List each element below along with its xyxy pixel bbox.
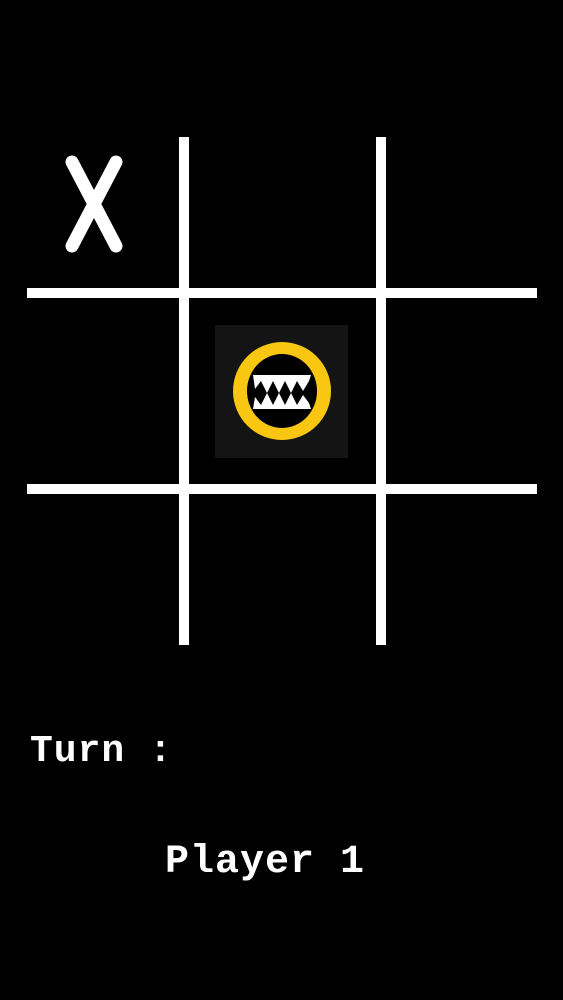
board-cell-4[interactable] [29, 298, 179, 483]
board-cell-7[interactable] [29, 495, 179, 645]
o-mark-tile [215, 325, 348, 458]
board-cell-2[interactable] [190, 137, 375, 287]
board-cell-6[interactable] [387, 298, 537, 483]
grid-line-vertical-2 [376, 137, 386, 645]
board-cell-8[interactable] [190, 495, 375, 645]
grid-line-horizontal-1 [27, 288, 537, 298]
grid-line-horizontal-2 [27, 484, 537, 494]
monster-o-icon [233, 342, 331, 440]
current-player-label: Player 1 [165, 840, 366, 885]
game-board [0, 0, 563, 700]
turn-label: Turn : [30, 730, 173, 773]
board-cell-9[interactable] [387, 495, 537, 645]
grid-line-vertical-1 [179, 137, 189, 645]
x-mark-icon [65, 155, 123, 253]
board-cell-3[interactable] [387, 137, 537, 287]
